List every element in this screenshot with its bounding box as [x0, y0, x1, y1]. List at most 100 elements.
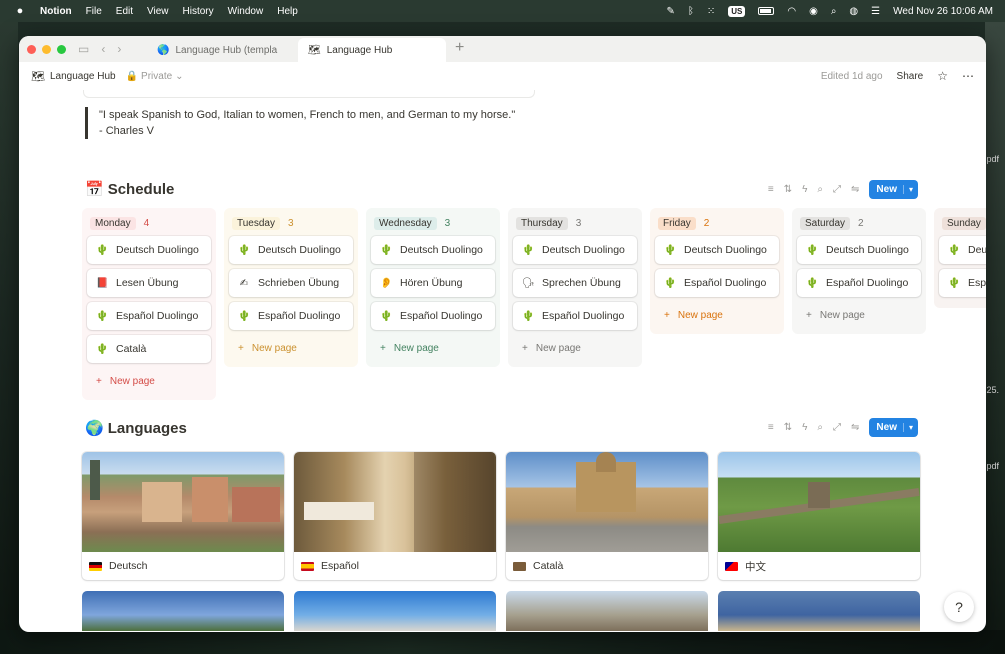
menu-history[interactable]: History [183, 6, 214, 17]
column-header[interactable]: Monday 4 [90, 214, 208, 232]
screen-record-icon[interactable]: ◉ [809, 6, 818, 17]
new-tab-plus-icon[interactable]: + [455, 39, 464, 57]
tab-language-hub[interactable]: 🗺 Language Hub [298, 38, 446, 62]
sort-icon[interactable]: ⇅ [784, 184, 792, 195]
filter-icon[interactable]: ≡ [768, 184, 774, 195]
menu-app-name[interactable]: Notion [40, 6, 72, 17]
search-icon[interactable]: ⌕ [817, 422, 823, 433]
board-card[interactable]: 🌵 Español Duolingo [513, 302, 637, 330]
minimize-window-button[interactable] [42, 44, 51, 54]
board-card[interactable]: 🌵 Deutsch Duolingo [87, 236, 211, 264]
board-card[interactable]: 📕 Lesen Übung [87, 269, 211, 297]
apple-icon[interactable]: ● [12, 5, 28, 17]
new-page-button[interactable]: + New page [797, 302, 921, 328]
gallery-card-deutsch[interactable]: Deutsch [82, 452, 284, 580]
board-card[interactable]: 🌵 Deutsch Duolingo [229, 236, 353, 264]
board-card[interactable]: 🌵 Español Duolingo [87, 302, 211, 330]
board-card[interactable]: 🌵 Deutsch Duolingo [371, 236, 495, 264]
board-card[interactable]: 👂 Hören Übung [371, 269, 495, 297]
menu-view[interactable]: View [147, 6, 169, 17]
gallery-card-title: Català [533, 560, 564, 572]
settings-sliders-icon[interactable]: ⇋ [851, 422, 859, 433]
desktop-file-label[interactable]: pdf [986, 461, 999, 471]
menu-edit[interactable]: Edit [116, 6, 133, 17]
desktop-file-label[interactable]: 25. [986, 385, 999, 395]
settings-sliders-icon[interactable]: ⇋ [851, 184, 859, 195]
languages-heading[interactable]: 🌍 Languages [85, 419, 187, 438]
star-icon[interactable]: ☆ [937, 69, 948, 83]
board-card[interactable]: 🌵 Deutsch Duolingo [655, 236, 779, 264]
menu-file[interactable]: File [86, 6, 102, 17]
gallery-card-catala[interactable]: Català [506, 452, 708, 580]
siri-icon[interactable]: ◍ [849, 6, 858, 17]
column-header[interactable]: Sunday [942, 214, 986, 232]
maximize-window-button[interactable] [57, 44, 66, 54]
share-button[interactable]: Share [897, 71, 924, 82]
chevron-down-icon[interactable]: ▾ [902, 423, 918, 432]
new-page-button[interactable]: + New page [87, 368, 211, 394]
desktop-file-label[interactable]: pdf [986, 154, 999, 164]
column-header[interactable]: Tuesday 3 [232, 214, 350, 232]
tab-language-hub-template[interactable]: 🌎 Language Hub (templa [147, 38, 297, 62]
board-card[interactable]: 🌵 Català [87, 335, 211, 363]
menu-help[interactable]: Help [277, 6, 298, 17]
privacy-dropdown[interactable]: 🔒 Private ⌄ [126, 71, 184, 82]
sort-icon[interactable]: ⇅ [784, 422, 792, 433]
gallery-card-espanol[interactable]: Español [294, 452, 496, 580]
board-card[interactable]: 🌵 Español Duolingo [797, 269, 921, 297]
card-icon: 🌵 [380, 310, 393, 322]
languages-new-button[interactable]: New ▾ [869, 418, 918, 437]
new-page-button[interactable]: + New page [513, 335, 637, 361]
board-card[interactable]: 🌵 Español Duolingo [371, 302, 495, 330]
board-card[interactable]: 🌵 Español Duolingo [229, 302, 353, 330]
gallery-card-image[interactable] [506, 591, 708, 631]
board-card[interactable]: 🌵 Deutsch Duolingo [513, 236, 637, 264]
column-header[interactable]: Wednesday 3 [374, 214, 492, 232]
board-card[interactable]: ✍ Schrieben Übung [229, 269, 353, 297]
gallery-card-chinese[interactable]: 中文 [718, 452, 920, 580]
pen-icon[interactable]: ✎ [666, 6, 674, 17]
menu-datetime[interactable]: Wed Nov 26 10:06 AM [893, 6, 993, 17]
notion-ai-help-icon[interactable]: ? [944, 592, 974, 622]
wifi-icon[interactable]: ◠ [787, 6, 796, 17]
gallery-card-image[interactable] [718, 591, 920, 631]
menu-window[interactable]: Window [228, 6, 264, 17]
column-header[interactable]: Thursday 3 [516, 214, 634, 232]
automation-lightning-icon[interactable]: ϟ [802, 184, 807, 195]
forward-arrow-icon[interactable]: › [117, 42, 121, 56]
board-card[interactable]: 🌵 Deutsch Duolingo [797, 236, 921, 264]
breadcrumb[interactable]: Language Hub [50, 71, 116, 82]
schedule-new-button[interactable]: New ▾ [869, 180, 918, 199]
board-card[interactable]: 🗣 Sprechen Übung [513, 269, 637, 297]
sidebar-toggle-icon[interactable]: ▭ [78, 42, 89, 56]
back-arrow-icon[interactable]: ‹ [101, 42, 105, 56]
schedule-heading[interactable]: 📅 Schedule [85, 180, 174, 199]
board-card[interactable]: 🌵 Deutsch Duolingo [939, 236, 986, 264]
search-icon[interactable]: ⌕ [817, 184, 823, 195]
close-window-button[interactable] [27, 44, 36, 54]
keyboard-layout-badge[interactable]: US [728, 5, 746, 17]
column-header[interactable]: Saturday 2 [800, 214, 918, 232]
chevron-down-icon[interactable]: ▾ [902, 185, 918, 194]
board-card[interactable]: 🌵 Español Duolingo [939, 269, 986, 297]
bluetooth-icon[interactable]: ᛒ [688, 6, 694, 17]
column-header[interactable]: Friday 2 [658, 214, 776, 232]
new-page-button[interactable]: + New page [655, 302, 779, 328]
card-title: Español Duolingo [968, 277, 986, 289]
more-options-icon[interactable]: ⋯ [962, 69, 974, 83]
control-center-icon[interactable]: ☰ [871, 6, 880, 17]
expand-icon[interactable]: ⤢ [833, 184, 841, 195]
filter-icon[interactable]: ≡ [768, 422, 774, 433]
new-page-button[interactable]: + New page [371, 335, 495, 361]
gallery-card-image[interactable] [82, 591, 284, 631]
grid-icon[interactable]: ⁙ [707, 6, 715, 17]
new-page-button[interactable]: + New page [229, 335, 353, 361]
expand-icon[interactable]: ⤢ [833, 422, 841, 433]
battery-icon[interactable] [758, 7, 775, 15]
gallery-card-image[interactable] [294, 591, 496, 631]
quote-block[interactable]: "I speak Spanish to God, Italian to wome… [85, 107, 515, 139]
automation-lightning-icon[interactable]: ϟ [802, 422, 807, 433]
board-card[interactable]: 🌵 Español Duolingo [655, 269, 779, 297]
board-column-thursday: Thursday 3 🌵 Deutsch Duolingo 🗣 Sprechen Übun… [508, 208, 642, 367]
spotlight-search-icon[interactable]: ⌕ [831, 6, 837, 17]
